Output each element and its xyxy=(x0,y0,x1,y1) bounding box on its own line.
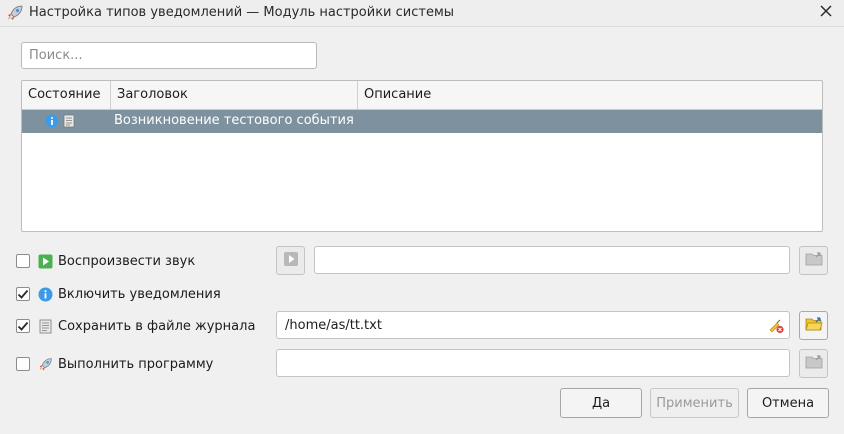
run-program-label: Выполнить программу xyxy=(58,356,214,372)
log-file-icon xyxy=(38,319,53,334)
play-sound-label: Воспроизвести звук xyxy=(58,253,196,269)
sound-file-field[interactable] xyxy=(314,246,790,274)
log-to-file-option[interactable]: Сохранить в файле журнала xyxy=(16,315,255,337)
info-icon xyxy=(45,114,59,132)
ok-button[interactable]: Да xyxy=(560,388,642,418)
play-sound-icon xyxy=(38,254,53,269)
table-header: Состояние Заголовок Описание xyxy=(22,81,822,110)
show-notifications-label: Включить уведомления xyxy=(58,286,221,302)
play-sound-checkbox[interactable] xyxy=(16,254,30,268)
show-notifications-option[interactable]: Включить уведомления xyxy=(16,283,221,305)
apply-button[interactable]: Применить xyxy=(650,388,739,418)
column-header-description[interactable]: Описание xyxy=(358,81,822,109)
window-title: Настройка типов уведомлений — Модуль нас… xyxy=(29,5,455,20)
log-to-file-label: Сохранить в файле журнала xyxy=(58,318,256,334)
close-icon xyxy=(820,5,832,21)
events-table: Состояние Заголовок Описание Возникновен… xyxy=(21,80,823,232)
browse-sound-button[interactable] xyxy=(799,246,828,275)
play-test-button[interactable] xyxy=(276,246,305,275)
rocket-icon xyxy=(38,357,53,372)
log-to-file-checkbox[interactable] xyxy=(16,319,30,333)
info-icon xyxy=(38,287,53,302)
browse-log-button[interactable] xyxy=(799,311,828,340)
row-title: Возникновение тестового события xyxy=(114,113,354,128)
run-program-checkbox[interactable] xyxy=(16,357,30,371)
program-path-field[interactable] xyxy=(276,349,790,377)
column-header-title[interactable]: Заголовок xyxy=(111,81,358,109)
close-button[interactable] xyxy=(816,3,836,23)
log-file-field[interactable]: /home/as/tt.txt xyxy=(276,311,790,339)
column-header-status[interactable]: Состояние xyxy=(22,81,111,109)
table-row[interactable]: Возникновение тестового события xyxy=(22,110,822,133)
folder-icon xyxy=(805,354,823,374)
cancel-button[interactable]: Отмена xyxy=(747,388,829,418)
play-icon xyxy=(283,251,299,271)
clear-icon[interactable] xyxy=(767,318,785,334)
folder-open-icon xyxy=(804,316,823,336)
log-file-path: /home/as/tt.txt xyxy=(285,318,382,333)
play-sound-option[interactable]: Воспроизвести звук xyxy=(16,250,195,272)
run-program-option[interactable]: Выполнить программу xyxy=(16,353,213,375)
title-bar: Настройка типов уведомлений — Модуль нас… xyxy=(0,0,844,27)
row-status-icons xyxy=(45,114,75,132)
log-file-icon xyxy=(63,114,75,132)
browse-program-button[interactable] xyxy=(799,349,828,378)
show-notifications-checkbox[interactable] xyxy=(16,287,30,301)
rocket-icon xyxy=(6,4,24,22)
search-input[interactable] xyxy=(21,42,317,69)
folder-icon xyxy=(805,251,823,271)
